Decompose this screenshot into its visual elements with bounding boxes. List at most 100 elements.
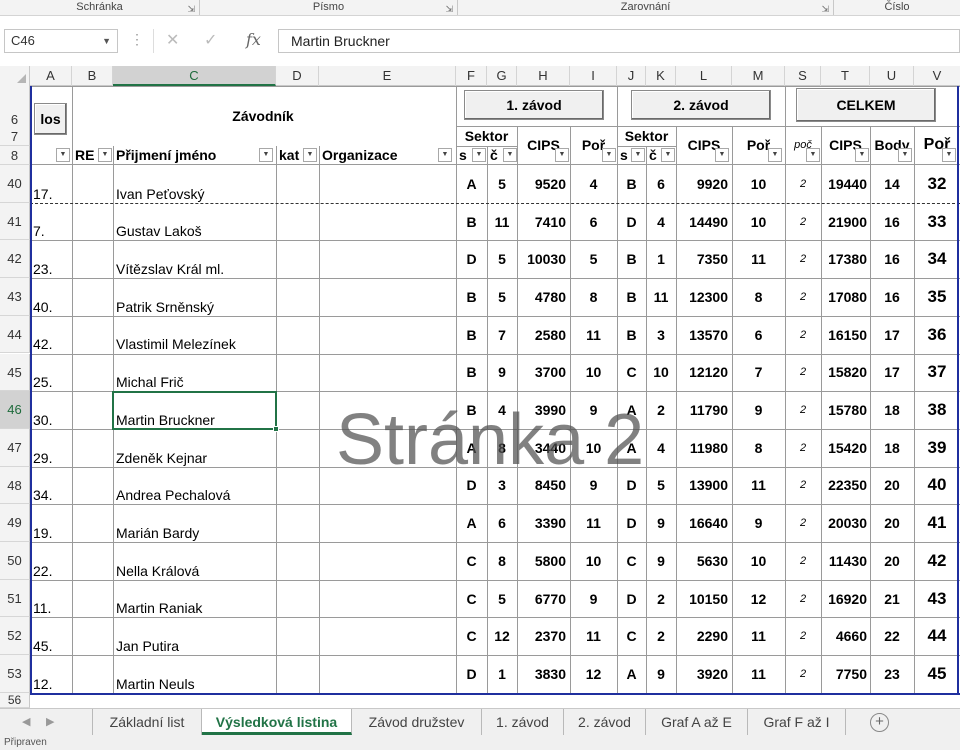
cell-poc[interactable]: 2 [785, 617, 821, 655]
cell-a[interactable]: 11. [30, 580, 72, 618]
cell-c2[interactable]: 4 [646, 429, 676, 467]
cell-cips1[interactable]: 6770 [517, 580, 570, 618]
cell-cips2[interactable]: 5630 [676, 542, 732, 580]
cell-body[interactable]: 18 [870, 429, 914, 467]
cell-c2[interactable]: 2 [646, 580, 676, 618]
cell-c1[interactable]: 6 [487, 504, 517, 542]
cell-s2[interactable]: B [617, 165, 646, 203]
cell-name[interactable]: Martin Raniak [113, 580, 276, 618]
row-header[interactable]: 45 [0, 353, 30, 392]
cell-poc[interactable]: 2 [785, 203, 821, 241]
cell-s2[interactable]: C [617, 542, 646, 580]
row-header[interactable]: 40 [0, 165, 30, 203]
cell-cips1[interactable]: 9520 [517, 165, 570, 203]
tab-zavod-2[interactable]: 2. závod [564, 709, 646, 735]
cell-s2[interactable]: A [617, 655, 646, 693]
cell-por[interactable]: 39 [914, 429, 960, 467]
cell-poc[interactable]: 2 [785, 429, 821, 467]
cell-a[interactable]: 42. [30, 316, 72, 354]
cell-por[interactable]: 43 [914, 580, 960, 618]
cell-por1[interactable]: 11 [570, 504, 617, 542]
cell-c2[interactable]: 4 [646, 203, 676, 241]
cell-cips1[interactable]: 3390 [517, 504, 570, 542]
cell-c1[interactable]: 5 [487, 240, 517, 278]
cell-c1[interactable]: 11 [487, 203, 517, 241]
cell-s2[interactable]: D [617, 203, 646, 241]
cell-body[interactable]: 23 [870, 655, 914, 693]
cell-c2[interactable]: 5 [646, 467, 676, 505]
cell-poc[interactable]: 2 [785, 165, 821, 203]
cell-c1[interactable]: 9 [487, 354, 517, 392]
tab-zavod-druzstev[interactable]: Závod družstev [352, 709, 482, 735]
cell-cips1[interactable]: 4780 [517, 278, 570, 316]
cell-por2[interactable]: 11 [732, 240, 785, 278]
cell-por[interactable]: 32 [914, 165, 960, 203]
cell-cips[interactable]: 7750 [821, 655, 870, 693]
cell-a[interactable]: 12. [30, 655, 72, 693]
cell-name[interactable]: Ivan Peťovský [113, 165, 276, 203]
cell-cips[interactable]: 17080 [821, 278, 870, 316]
cell-poc[interactable]: 2 [785, 655, 821, 693]
cell-c1[interactable]: 12 [487, 617, 517, 655]
row-header[interactable]: 46 [0, 391, 30, 429]
active-cell-c46[interactable] [112, 391, 279, 432]
cell-a[interactable]: 23. [30, 240, 72, 278]
cell-s1[interactable]: B [456, 354, 487, 392]
cell-c1[interactable]: 7 [487, 316, 517, 354]
cell-a[interactable]: 22. [30, 542, 72, 580]
cell-s1[interactable]: B [456, 316, 487, 354]
cell-cips2[interactable]: 13900 [676, 467, 732, 505]
cell-c2[interactable]: 2 [646, 391, 676, 429]
cell-por1[interactable]: 10 [570, 354, 617, 392]
row-header[interactable]: 49 [0, 504, 30, 542]
cell-cips1[interactable]: 5800 [517, 542, 570, 580]
cell-s1[interactable]: B [456, 203, 487, 241]
cell-por[interactable]: 37 [914, 354, 960, 392]
cell-poc[interactable]: 2 [785, 467, 821, 505]
cell-por[interactable]: 36 [914, 316, 960, 354]
row-header[interactable]: 42 [0, 240, 30, 279]
cell-body[interactable]: 14 [870, 165, 914, 203]
cell-cips[interactable]: 15820 [821, 354, 870, 392]
cell-por2[interactable]: 7 [732, 354, 785, 392]
cell-c2[interactable]: 2 [646, 617, 676, 655]
cell-poc[interactable]: 2 [785, 391, 821, 429]
cell-cips1[interactable]: 10030 [517, 240, 570, 278]
cell-por2[interactable]: 10 [732, 165, 785, 203]
cell-s1[interactable]: C [456, 617, 487, 655]
row-header[interactable]: 47 [0, 428, 30, 467]
row-header[interactable]: 44 [0, 315, 30, 354]
row-header[interactable]: 41 [0, 202, 30, 241]
cell-a[interactable]: 29. [30, 429, 72, 467]
cell-cips2[interactable]: 11980 [676, 429, 732, 467]
cell-body[interactable]: 17 [870, 354, 914, 392]
cell-c2[interactable]: 11 [646, 278, 676, 316]
cell-por[interactable]: 40 [914, 467, 960, 505]
cell-por2[interactable]: 11 [732, 617, 785, 655]
cell-c1[interactable]: 5 [487, 580, 517, 618]
cell-cips2[interactable]: 10150 [676, 580, 732, 618]
cell-por[interactable]: 44 [914, 617, 960, 655]
cell-cips[interactable]: 16920 [821, 580, 870, 618]
tab-zavod-1[interactable]: 1. závod [482, 709, 564, 735]
cell-s2[interactable]: B [617, 278, 646, 316]
cell-por1[interactable]: 11 [570, 617, 617, 655]
cell-cips[interactable]: 21900 [821, 203, 870, 241]
row-header-56[interactable]: 56 [0, 693, 30, 708]
cell-cips[interactable]: 22350 [821, 467, 870, 505]
cell-cips[interactable]: 16150 [821, 316, 870, 354]
cell-cips2[interactable]: 3920 [676, 655, 732, 693]
cell-cips2[interactable]: 11790 [676, 391, 732, 429]
cell-por[interactable]: 33 [914, 203, 960, 241]
tab-scroll-right-icon[interactable]: ▶ [46, 715, 54, 728]
cell-body[interactable]: 17 [870, 316, 914, 354]
cell-por[interactable]: 42 [914, 542, 960, 580]
row-header[interactable]: 43 [0, 278, 30, 316]
cell-c1[interactable]: 8 [487, 542, 517, 580]
cell-poc[interactable]: 2 [785, 542, 821, 580]
cell-s2[interactable]: C [617, 617, 646, 655]
cell-poc[interactable]: 2 [785, 504, 821, 542]
cell-cips2[interactable]: 16640 [676, 504, 732, 542]
cell-cips2[interactable]: 12300 [676, 278, 732, 316]
cell-s1[interactable]: A [456, 504, 487, 542]
